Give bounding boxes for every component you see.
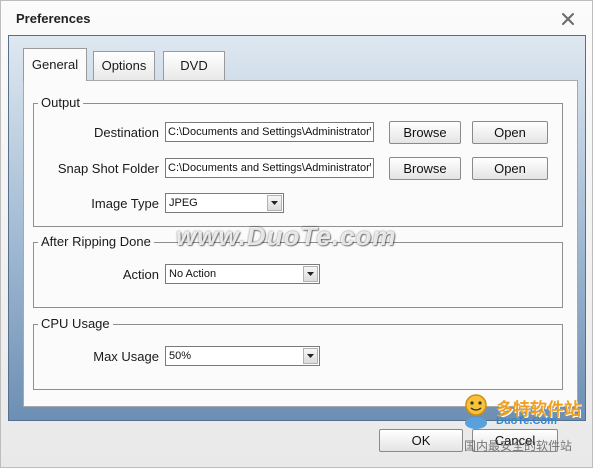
snapshot-browse-button[interactable]: Browse bbox=[389, 157, 461, 180]
image-type-dropdown-button[interactable] bbox=[267, 195, 282, 211]
chevron-down-icon bbox=[307, 354, 314, 358]
snapshot-folder-field[interactable] bbox=[165, 158, 374, 178]
output-group: Output Destination Browse Open Snap Shot… bbox=[33, 95, 563, 227]
output-group-title: Output bbox=[38, 95, 84, 111]
snapshot-open-button[interactable]: Open bbox=[472, 157, 548, 180]
max-usage-value: 50% bbox=[169, 350, 192, 362]
destination-browse-button[interactable]: Browse bbox=[389, 121, 461, 144]
preferences-window: Preferences General Options DVD Output D… bbox=[0, 0, 593, 468]
image-type-label: Image Type bbox=[91, 196, 159, 211]
image-type-select[interactable]: JPEG bbox=[165, 193, 284, 213]
image-type-value: JPEG bbox=[169, 197, 198, 209]
tab-dvd[interactable]: DVD bbox=[163, 51, 225, 81]
title-bar[interactable]: Preferences bbox=[1, 1, 592, 35]
chevron-down-icon bbox=[271, 201, 278, 205]
close-icon bbox=[562, 13, 574, 25]
cpu-usage-group: CPU Usage Max Usage 50% bbox=[33, 316, 563, 390]
cancel-button[interactable]: Cancel bbox=[472, 429, 558, 452]
cpu-usage-group-title: CPU Usage bbox=[38, 316, 113, 332]
destination-open-button[interactable]: Open bbox=[472, 121, 548, 144]
after-ripping-group-title: After Ripping Done bbox=[38, 234, 154, 250]
max-usage-label: Max Usage bbox=[93, 349, 159, 364]
action-value: No Action bbox=[169, 268, 217, 280]
snapshot-folder-input[interactable] bbox=[168, 159, 371, 177]
tab-general[interactable]: General bbox=[23, 48, 87, 81]
action-label: Action bbox=[122, 267, 159, 282]
action-select[interactable]: No Action bbox=[165, 264, 320, 284]
destination-input[interactable] bbox=[168, 123, 371, 141]
destination-field[interactable] bbox=[165, 122, 374, 142]
ok-button[interactable]: OK bbox=[379, 429, 463, 452]
max-usage-dropdown-button[interactable] bbox=[303, 348, 318, 364]
close-button[interactable] bbox=[559, 10, 577, 28]
max-usage-select[interactable]: 50% bbox=[165, 346, 320, 366]
window-title: Preferences bbox=[16, 11, 91, 26]
tab-options[interactable]: Options bbox=[93, 51, 155, 81]
snapshot-folder-label: Snap Shot Folder bbox=[57, 161, 159, 176]
destination-label: Destination bbox=[93, 125, 159, 140]
chevron-down-icon bbox=[307, 272, 314, 276]
watermark-text: www.DuoTe.com bbox=[176, 221, 397, 251]
action-dropdown-button[interactable] bbox=[303, 266, 318, 282]
